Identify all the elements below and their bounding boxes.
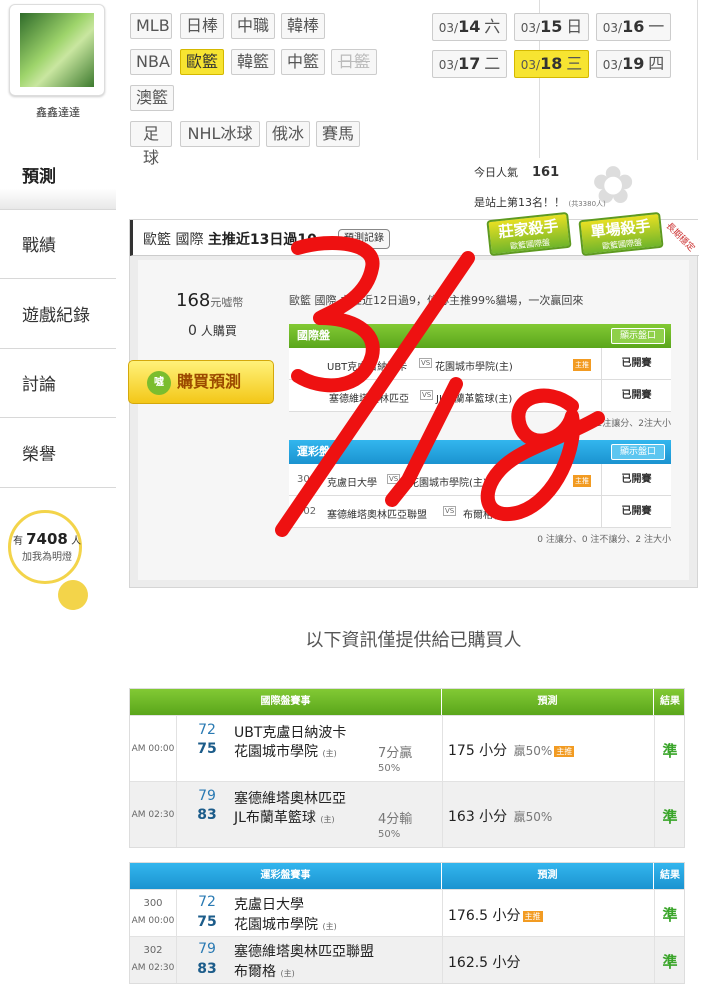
lottery-result-table: 運彩盤賽事 預測 結果 300 AM 00:00 72 75 克盧日大學 花園城… [129, 862, 685, 984]
sidebar-item-game-log[interactable]: 遊戲紀錄 [0, 279, 116, 349]
mini-row: 302 塞德維塔奧林匹亞聯盟 VS 布爾格(主) 已開賽 [289, 496, 671, 528]
badge-bookie-killer: 莊家殺手 歐籃國際盤 [486, 211, 572, 257]
show-odds-button[interactable]: 顯示盤口 [610, 328, 665, 344]
show-odds-button[interactable]: 顯示盤口 [610, 444, 665, 460]
table-row: AM 02:30 79 83 塞德維塔奧林匹亞 JL布蘭革籃球 (主) 4分輸 … [130, 781, 684, 847]
table-row: AM 00:00 72 75 UBT克盧日納波卡 花園城市學院 (主) 7分贏 … [130, 715, 684, 781]
sport-tag-nba[interactable]: NBA [130, 49, 172, 75]
mini-row: 塞德維塔奧林匹亞 VS JL布蘭革籃球(主) 已開賽 [289, 380, 671, 412]
sport-tag-nhl[interactable]: NHL冰球 [180, 121, 260, 147]
table-row: 300 AM 00:00 72 75 克盧日大學 花園城市學院 (主) 176.… [130, 889, 684, 936]
sport-tag-eu-basketball[interactable]: 歐籃 [180, 49, 224, 75]
sport-tag-cn-basketball[interactable]: 中籃 [281, 49, 325, 75]
sport-tag-horse-racing[interactable]: 賽馬 [316, 121, 360, 147]
rank-text: 是站上第13名！！ (共3380人) [474, 196, 606, 209]
sidebar: 鑫鑫達達 預測 戰績 遊戲紀錄 討論 榮譽 有 7408 人 加我為明燈 [0, 0, 116, 997]
date-0319[interactable]: 03/19 四 [596, 50, 671, 78]
follow-bulb[interactable]: 有 7408 人 加我為明燈 [8, 510, 94, 616]
sport-tag-jp-basketball: 日籃 [331, 49, 377, 75]
sidebar-item-prediction[interactable]: 預測 [0, 140, 116, 210]
coin-icon: 噓 [147, 371, 171, 395]
panel-title: 歐籃 國際 主推近13日過10 [143, 232, 317, 248]
main-pick-badge: 主推 [554, 745, 575, 757]
intl-summary: 2注讓分、2注大小 [596, 419, 671, 429]
lottery-summary: 0 注讓分、0 注不讓分、2 注大小 [537, 535, 671, 545]
sport-tag-jp-baseball[interactable]: 日棒 [180, 13, 224, 39]
avatar-card[interactable] [9, 4, 105, 96]
sport-tag-au-basketball[interactable]: 澳籃 [130, 85, 174, 111]
sidebar-item-discussion[interactable]: 討論 [0, 349, 116, 418]
date-0316[interactable]: 03/16 一 [596, 13, 671, 41]
sport-tag-ru-hockey[interactable]: 俄冰 [266, 121, 310, 147]
sport-tag-kr-basketball[interactable]: 韓籃 [231, 49, 275, 75]
panel-header: 歐籃 國際 主推近13日過10 預測記錄 莊家殺手 歐籃國際盤 單場殺手 歐籃國際盤… [130, 211, 699, 257]
date-0317[interactable]: 03/17 二 [432, 50, 507, 78]
intl-mini-table: 國際盤 顯示盤口 UBT克盧日納波卡 VS 花園城市學院(主) 主推 已開賽 塞德維塔奧林… [289, 324, 671, 412]
main-pick-badge: 主推 [573, 475, 591, 487]
purchase-notice: 以下資訊僅提供給已購買人 [305, 630, 522, 651]
mini-row: UBT克盧日納波卡 VS 花園城市學院(主) 主推 已開賽 [289, 348, 671, 380]
lottery-mini-header: 運彩盤 顯示盤口 [289, 440, 671, 464]
sport-tag-mlb[interactable]: MLB [130, 13, 172, 39]
mini-row: 300 克盧日大學 VS 花園城市學院(主) 主推 已開賽 [289, 464, 671, 496]
date-0315[interactable]: 03/15 日 [514, 13, 589, 41]
popularity: 今日人氣 161 [474, 165, 560, 180]
follower-count: 有 7408 人 [12, 530, 82, 548]
result-mark: 準 [662, 742, 678, 760]
result-mark: 準 [662, 906, 678, 924]
prediction-description: 歐籃 國際 主推近12日過9，信心主推99%貓場，一次贏回來 [289, 294, 584, 307]
buy-prediction-button[interactable]: 噓購買預測 [128, 360, 274, 404]
lottery-mini-table: 運彩盤 顯示盤口 300 克盧日大學 VS 花園城市學院(主) 主推 已開賽 302 塞德維塔… [289, 440, 671, 528]
date-0314[interactable]: 03/14 六 [432, 13, 507, 41]
sport-tag-kr-baseball[interactable]: 韓棒 [281, 13, 325, 39]
prediction-panel: 歐籃 國際 主推近13日過10 預測記錄 莊家殺手 歐籃國際盤 單場殺手 歐籃國際盤… [128, 211, 699, 588]
result-mark: 準 [662, 808, 678, 826]
prediction-record-button[interactable]: 預測記錄 [338, 229, 390, 249]
badge-single-killer: 單場殺手 歐籃國際盤 [578, 211, 664, 257]
intl-result-table: 國際盤賽事 預測 結果 AM 00:00 72 75 UBT克盧日納波卡 花園城… [129, 688, 685, 848]
sport-tag-cpbl[interactable]: 中職 [231, 13, 275, 39]
top-filter-bar: MLB 日棒 中職 韓棒 NBA 歐籃 韓籃 中籃 日籃 澳籃 足球 NHL冰球… [116, 0, 698, 167]
sidebar-item-record[interactable]: 戰績 [0, 210, 116, 279]
intl-table-header: 國際盤賽事 預測 結果 [130, 689, 684, 715]
main-pick-badge: 主推 [573, 359, 591, 371]
sidebar-item-honor[interactable]: 榮譽 [0, 418, 116, 488]
table-row: 302 AM 02:30 79 83 塞德維塔奧林匹亞聯盟 布爾格 (主) 16… [130, 936, 684, 983]
username[interactable]: 鑫鑫達達 [0, 104, 116, 120]
lottery-table-header: 運彩盤賽事 預測 結果 [130, 863, 684, 889]
date-0318[interactable]: 03/18 三 [514, 50, 589, 78]
avatar[interactable] [20, 13, 94, 87]
intl-mini-header: 國際盤 顯示盤口 [289, 324, 671, 348]
panel-inner: 168元噓幣 0 人購買 噓購買預測 歐籃 國際 主推近12日過9，信心主推99%… [128, 260, 689, 580]
buyer-count: 0 人購買 [188, 323, 237, 339]
sport-tag-soccer[interactable]: 足球 [130, 121, 172, 167]
follow-label: 加我為明燈 [22, 552, 72, 563]
result-mark: 準 [662, 953, 678, 971]
main-pick-badge: 主推 [522, 910, 543, 922]
ribbon-label: 長期穩定 [663, 221, 697, 254]
side-menu: 預測 戰績 遊戲紀錄 討論 榮譽 [0, 140, 116, 488]
price: 168元噓幣 [176, 290, 244, 311]
